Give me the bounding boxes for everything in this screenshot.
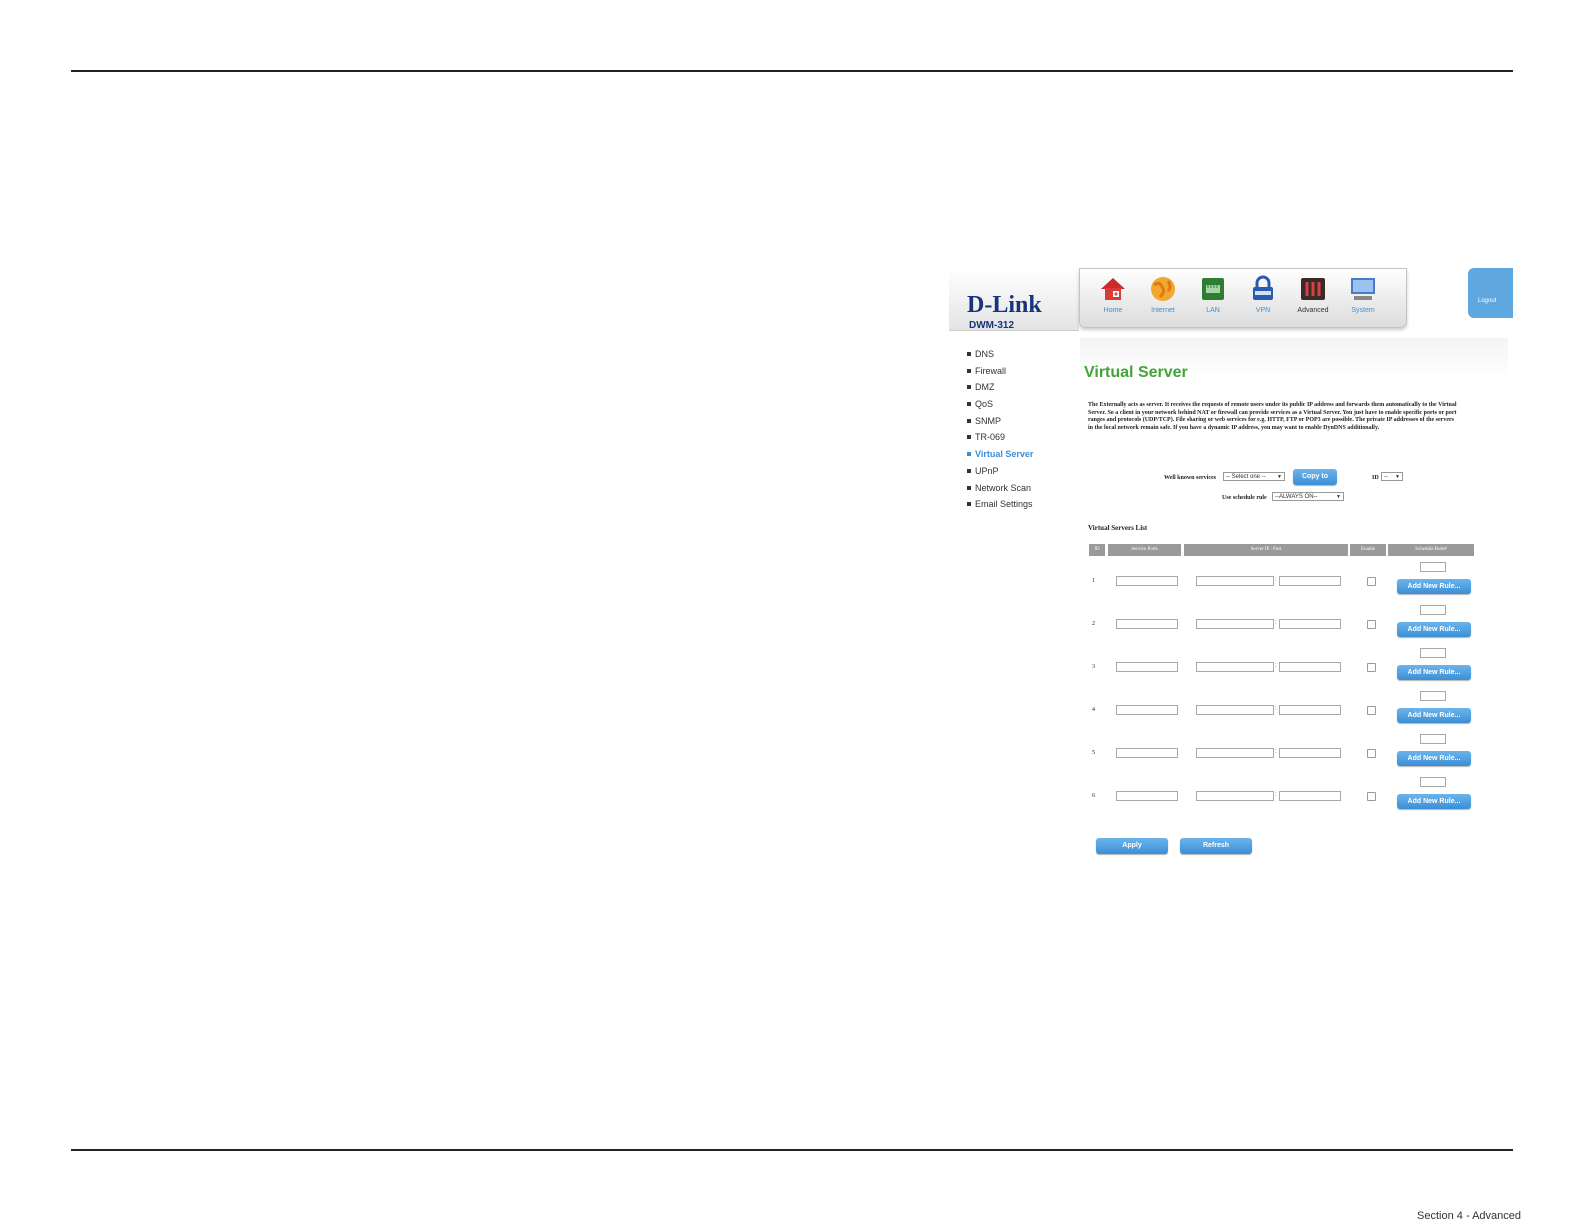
add-new-rule-button[interactable]: Add New Rule... [1397,751,1471,766]
lan-icon [1198,275,1228,303]
footer-section-label: Section 4 - Advanced [1417,1210,1521,1222]
main-content: Virtual Server The Externally acts as se… [1080,338,1508,910]
server-port-input[interactable] [1279,748,1341,758]
row-id: 1 [1092,578,1095,584]
apply-button[interactable]: Apply [1096,838,1168,854]
service-ports-input[interactable] [1116,619,1178,629]
copy-to-button[interactable]: Copy to [1293,469,1337,485]
service-ports-input[interactable] [1116,705,1178,715]
row-id: 4 [1092,707,1095,713]
server-ip-input[interactable] [1196,619,1274,629]
sidebar-item-dns[interactable]: DNS [949,346,1079,363]
nav-vpn[interactable]: VPN [1238,275,1288,314]
schedule-rule-input[interactable] [1420,691,1446,701]
service-ports-input[interactable] [1116,662,1178,672]
id-select[interactable]: -- [1381,472,1403,482]
sidebar-item-qos[interactable]: QoS [949,396,1079,413]
sidebar-item-email-settings[interactable]: Email Settings [949,496,1079,513]
sidebar-item-tr069[interactable]: TR-069 [949,429,1079,446]
service-ports-input[interactable] [1116,791,1178,801]
page-description: The Externally acts as server. It receiv… [1088,402,1457,432]
sidebar-item-network-scan[interactable]: Network Scan [949,480,1079,497]
list-title: Virtual Servers List [1088,524,1148,532]
schedule-rule-input[interactable] [1420,648,1446,658]
page-title: Virtual Server [1084,364,1188,381]
col-enable: Enable [1350,544,1386,556]
row-id: 5 [1092,750,1095,756]
model-name: DWM-312 [969,320,1015,331]
server-port-input[interactable] [1279,662,1341,672]
add-new-rule-button[interactable]: Add New Rule... [1397,794,1471,809]
sidebar-item-virtual-server[interactable]: Virtual Server [949,446,1079,463]
col-id: ID [1089,544,1105,556]
lock-icon [1248,275,1278,303]
refresh-button[interactable]: Refresh [1180,838,1252,854]
enable-checkbox[interactable] [1367,792,1376,801]
bottom-rule [71,1149,1513,1151]
row-id: 2 [1092,621,1095,627]
nav-advanced[interactable]: Advanced [1288,275,1338,314]
globe-icon [1148,275,1178,303]
service-ports-input[interactable] [1116,748,1178,758]
server-port-input[interactable] [1279,705,1341,715]
server-ip-input[interactable] [1196,748,1274,758]
brand-area: D-Link DWM-312 [949,268,1079,331]
server-port-input[interactable] [1279,619,1341,629]
enable-checkbox[interactable] [1367,663,1376,672]
id-label: ID [1372,475,1379,481]
home-icon [1098,275,1128,303]
add-new-rule-button[interactable]: Add New Rule... [1397,579,1471,594]
tools-icon [1298,275,1328,303]
enable-checkbox[interactable] [1367,706,1376,715]
sidebar-item-upnp[interactable]: UPnP [949,463,1079,480]
server-ip-input[interactable] [1196,662,1274,672]
sidebar-item-snmp[interactable]: SNMP [949,413,1079,430]
enable-checkbox[interactable] [1367,749,1376,758]
schedule-label: Use schedule rule [1222,495,1267,501]
col-server-ip-port: Server IP : Port [1184,544,1348,556]
add-new-rule-button[interactable]: Add New Rule... [1397,622,1471,637]
schedule-select[interactable]: --ALWAYS ON-- [1272,492,1344,502]
well-known-select[interactable]: -- Select one -- [1223,472,1285,482]
nav-system[interactable]: System [1338,275,1388,314]
schedule-rule-input[interactable] [1420,777,1446,787]
row-id: 6 [1092,793,1095,799]
server-port-input[interactable] [1279,791,1341,801]
server-ip-input[interactable] [1196,791,1274,801]
server-port-input[interactable] [1279,576,1341,586]
server-ip-input[interactable] [1196,705,1274,715]
well-known-label: Well known services [1164,475,1216,481]
sidebar: DNS Firewall DMZ QoS SNMP TR-069 Virtual… [949,346,1079,513]
server-ip-input[interactable] [1196,576,1274,586]
nav-lan[interactable]: LAN [1188,275,1238,314]
top-rule [71,70,1513,72]
add-new-rule-button[interactable]: Add New Rule... [1397,665,1471,680]
col-schedule-rule: Schedule Rule# [1388,544,1474,556]
col-service-ports: Service Ports [1108,544,1181,556]
enable-checkbox[interactable] [1367,577,1376,586]
nav-home[interactable]: Home [1088,275,1138,314]
schedule-rule-input[interactable] [1420,734,1446,744]
dlink-logo: D-Link [967,292,1042,318]
sidebar-item-dmz[interactable]: DMZ [949,379,1079,396]
row-id: 3 [1092,664,1095,670]
schedule-rule-input[interactable] [1420,605,1446,615]
service-ports-input[interactable] [1116,576,1178,586]
top-nav: Home Internet LAN VPN Advanced System [1079,268,1407,328]
schedule-rule-input[interactable] [1420,562,1446,572]
add-new-rule-button[interactable]: Add New Rule... [1397,708,1471,723]
enable-checkbox[interactable] [1367,620,1376,629]
logout-button[interactable]: Logout [1468,268,1513,318]
router-screenshot: D-Link DWM-312 Home Internet LAN VPN Adv… [949,258,1513,910]
sidebar-item-firewall[interactable]: Firewall [949,363,1079,380]
monitor-icon [1348,275,1378,303]
nav-internet[interactable]: Internet [1138,275,1188,314]
